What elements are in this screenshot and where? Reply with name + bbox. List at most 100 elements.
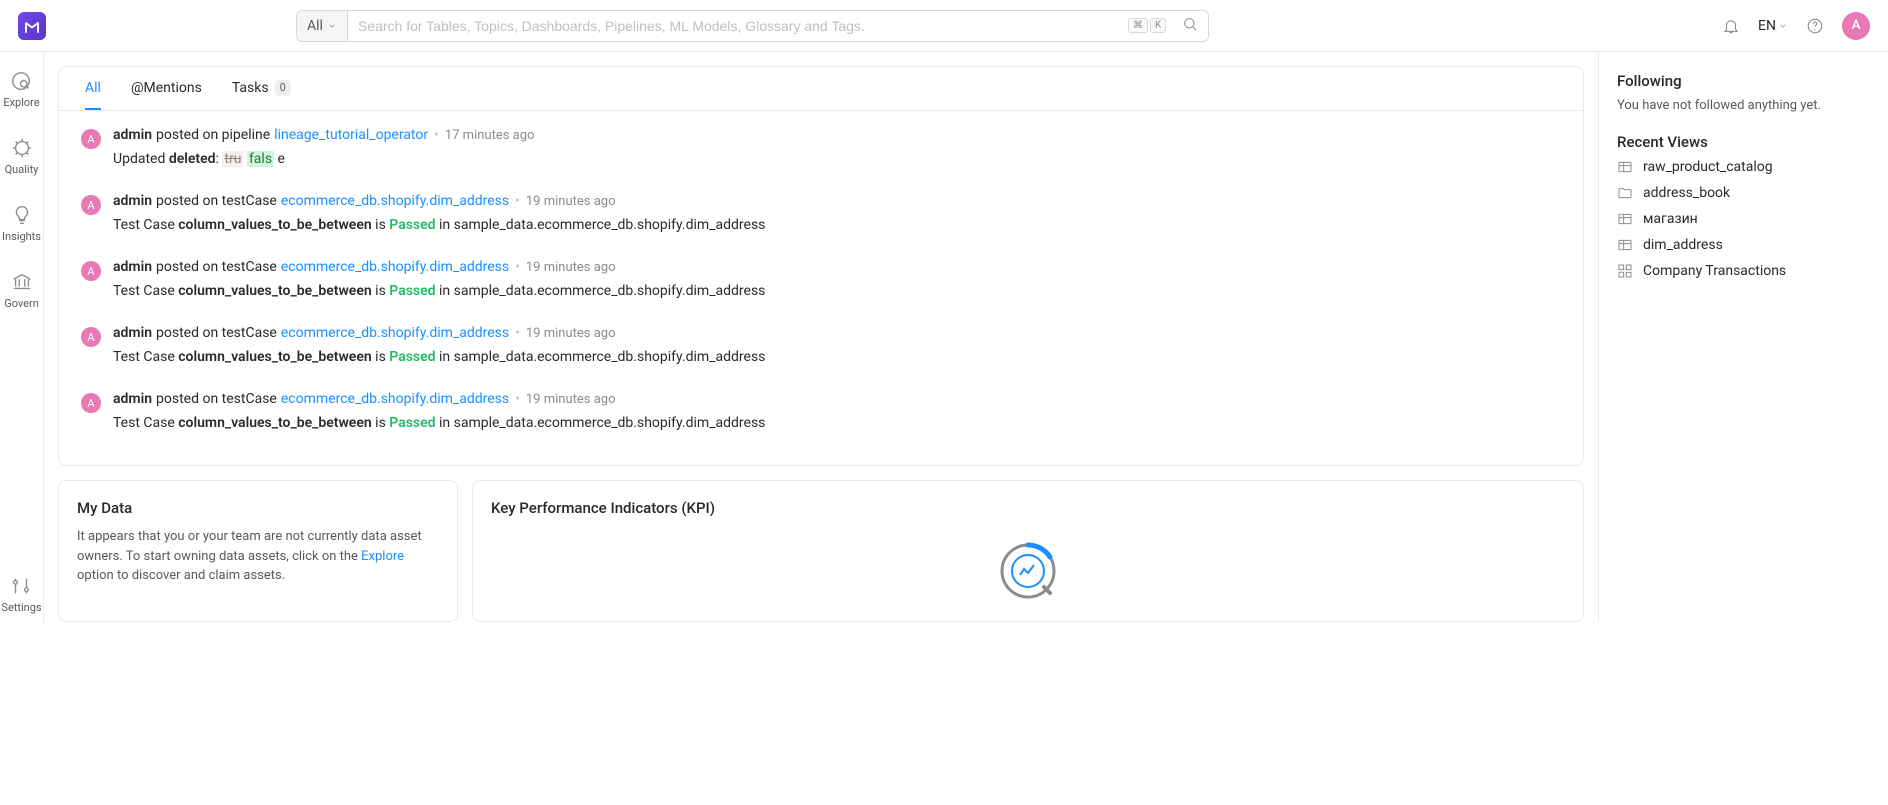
feed-avatar[interactable]: A	[81, 129, 101, 149]
main-content: All @Mentions Tasks 0 A admin posted on …	[44, 52, 1598, 622]
recent-view-label: address_book	[1643, 185, 1730, 201]
feed-body: A admin posted on pipeline lineage_tutor…	[59, 111, 1583, 465]
search-input[interactable]	[348, 11, 1128, 41]
feed-status: Passed	[389, 415, 435, 431]
sidebar-label-govern: Govern	[4, 297, 39, 310]
feed-testcase-name: column_values_to_be_between	[178, 415, 371, 431]
feed-entity-link[interactable]: ecommerce_db.shopify.dim_address	[281, 325, 509, 341]
activity-feed-card: All @Mentions Tasks 0 A admin posted on …	[58, 66, 1584, 466]
my-data-card: My Data It appears that you or your team…	[58, 480, 458, 622]
recent-view-item[interactable]: dim_address	[1617, 237, 1870, 253]
feed-avatar[interactable]: A	[81, 261, 101, 281]
kbd-k: K	[1150, 18, 1166, 33]
my-data-text2: option to discover and claim assets.	[77, 568, 285, 583]
kpi-title: Key Performance Indicators (KPI)	[491, 499, 1565, 517]
feed-p1: Test Case	[113, 283, 178, 299]
bell-icon	[1722, 17, 1740, 35]
feed-p3: is	[372, 217, 390, 233]
feed-user: admin	[113, 325, 152, 341]
sidebar-label-explore: Explore	[3, 96, 39, 109]
feed-content: admin posted on testCase ecommerce_db.sh…	[113, 325, 1561, 365]
sidebar-item-explore[interactable]: Explore	[3, 70, 39, 109]
search-bar: All ⌘ K	[296, 10, 1209, 42]
feed-content: admin posted on testCase ecommerce_db.sh…	[113, 391, 1561, 431]
feed-detail: Updated deleted: tru fals e	[113, 151, 1561, 167]
logo[interactable]	[18, 12, 46, 40]
my-data-text: It appears that you or your team are not…	[77, 527, 439, 586]
feed-status: Passed	[389, 217, 435, 233]
feed-testcase-name: column_values_to_be_between	[178, 217, 371, 233]
user-avatar[interactable]: A	[1842, 12, 1870, 40]
feed-p3: is	[372, 349, 390, 365]
feed-item: A admin posted on pipeline lineage_tutor…	[81, 127, 1561, 167]
feed-entity-link[interactable]: lineage_tutorial_operator	[274, 127, 428, 143]
feed-separator: •	[515, 259, 520, 275]
tab-tasks[interactable]: Tasks 0	[232, 67, 291, 110]
search-scope-select[interactable]: All	[297, 11, 348, 41]
feed-user: admin	[113, 127, 152, 143]
feed-content: admin posted on pipeline lineage_tutoria…	[113, 127, 1561, 167]
language-select[interactable]: EN	[1758, 18, 1788, 34]
feed-item: A admin posted on testCase ecommerce_db.…	[81, 325, 1561, 365]
recent-view-item[interactable]: магазин	[1617, 211, 1870, 227]
feed-diff-removed: tru	[222, 151, 243, 167]
feed-separator: •	[434, 127, 439, 143]
table-icon	[1617, 237, 1633, 253]
feed-avatar[interactable]: A	[81, 327, 101, 347]
feed-timestamp: 17 minutes ago	[445, 128, 535, 143]
notifications-button[interactable]	[1722, 17, 1740, 35]
kpi-chart-icon	[996, 539, 1060, 603]
feed-header-line: admin posted on testCase ecommerce_db.sh…	[113, 391, 1561, 407]
feed-diff-added: fals	[247, 151, 274, 167]
kpi-chart	[491, 527, 1565, 603]
feed-header-line: admin posted on testCase ecommerce_db.sh…	[113, 193, 1561, 209]
feed-entity-link[interactable]: ecommerce_db.shopify.dim_address	[281, 259, 509, 275]
feed-detail: Test Case column_values_to_be_between is…	[113, 349, 1561, 365]
feed-detail-label: deleted	[169, 151, 216, 167]
help-button[interactable]	[1806, 17, 1824, 35]
feed-detail: Test Case column_values_to_be_between is…	[113, 415, 1561, 431]
table-icon	[1617, 211, 1633, 227]
feed-content: admin posted on testCase ecommerce_db.sh…	[113, 259, 1561, 299]
header-right: EN A	[1722, 12, 1870, 40]
recent-view-item[interactable]: Company Transactions	[1617, 263, 1870, 279]
feed-user: admin	[113, 259, 152, 275]
recent-view-item[interactable]: address_book	[1617, 185, 1870, 201]
feed-avatar[interactable]: A	[81, 195, 101, 215]
feed-avatar[interactable]: A	[81, 393, 101, 413]
folder-icon	[1617, 185, 1633, 201]
explore-link[interactable]: Explore	[361, 549, 404, 564]
feed-testcase-name: column_values_to_be_between	[178, 283, 371, 299]
following-text: You have not followed anything yet.	[1617, 98, 1870, 113]
sidebar-label-quality: Quality	[5, 163, 39, 176]
help-icon	[1806, 17, 1824, 35]
quality-icon	[11, 137, 33, 159]
sidebar-item-settings[interactable]: Settings	[1, 575, 41, 614]
feed-entity-link[interactable]: ecommerce_db.shopify.dim_address	[281, 391, 509, 407]
feed-separator: •	[515, 193, 520, 209]
feed-entity-link[interactable]: ecommerce_db.shopify.dim_address	[281, 193, 509, 209]
sidebar-item-quality[interactable]: Quality	[5, 137, 39, 176]
feed-content: admin posted on testCase ecommerce_db.sh…	[113, 193, 1561, 233]
tab-all[interactable]: All	[85, 67, 101, 110]
feed-detail: Test Case column_values_to_be_between is…	[113, 217, 1561, 233]
tab-mentions[interactable]: @Mentions	[131, 67, 202, 110]
feed-p4: in sample_data.ecommerce_db.shopify.dim_…	[436, 217, 766, 233]
feed-posted-on: posted on testCase	[156, 193, 277, 209]
recent-view-item[interactable]: raw_product_catalog	[1617, 159, 1870, 175]
feed-posted-on: posted on testCase	[156, 259, 277, 275]
feed-item: A admin posted on testCase ecommerce_db.…	[81, 391, 1561, 431]
feed-user: admin	[113, 391, 152, 407]
feed-item: A admin posted on testCase ecommerce_db.…	[81, 193, 1561, 233]
tasks-count-badge: 0	[275, 80, 291, 96]
right-panel: Following You have not followed anything…	[1598, 52, 1888, 622]
sidebar-item-govern[interactable]: Govern	[4, 271, 39, 310]
sidebar-item-insights[interactable]: Insights	[2, 204, 41, 243]
feed-status: Passed	[389, 349, 435, 365]
logo-icon	[23, 17, 41, 35]
feed-p4: in sample_data.ecommerce_db.shopify.dim_…	[436, 349, 766, 365]
tab-all-label: All	[85, 80, 101, 96]
search-kbd-hint: ⌘ K	[1128, 18, 1172, 33]
following-title: Following	[1617, 72, 1870, 90]
search-button[interactable]	[1172, 16, 1208, 36]
